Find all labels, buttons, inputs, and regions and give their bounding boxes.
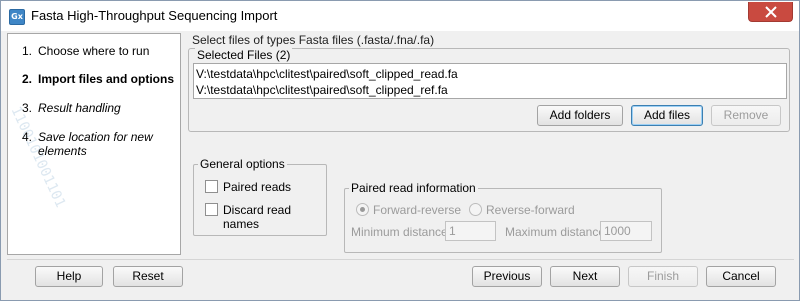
window-title: Fasta High-Throughput Sequencing Import	[31, 8, 278, 23]
finish-button[interactable]: Finish	[628, 266, 698, 287]
add-folders-button[interactable]: Add folders	[537, 105, 623, 126]
file-item[interactable]: V:\testdata\hpc\clitest\paired\soft_clip…	[196, 82, 784, 98]
next-button[interactable]: Next	[550, 266, 620, 287]
paired-read-info-legend: Paired read information	[349, 181, 478, 195]
discard-read-names-checkbox[interactable]	[205, 203, 218, 216]
selected-files-list[interactable]: V:\testdata\hpc\clitest\paired\soft_clip…	[193, 63, 787, 99]
previous-button[interactable]: Previous	[472, 266, 542, 287]
footer-separator	[7, 259, 794, 260]
reverse-forward-label[interactable]: Reverse-forward	[486, 203, 575, 217]
paired-reads-checkbox[interactable]	[205, 180, 218, 193]
maximum-distance-input[interactable]: 1000	[600, 221, 652, 241]
minimum-distance-input[interactable]: 1	[445, 221, 496, 241]
help-button[interactable]: Help	[35, 266, 103, 287]
maximum-distance-label: Maximum distance	[505, 225, 606, 239]
paired-reads-label[interactable]: Paired reads	[223, 180, 291, 194]
cancel-button[interactable]: Cancel	[706, 266, 776, 287]
step-save-location: 4. Save location for new elements	[22, 130, 153, 158]
remove-button[interactable]: Remove	[711, 105, 781, 126]
general-options-group: General options Paired reads Discard rea…	[193, 157, 327, 236]
general-options-legend: General options	[198, 157, 287, 171]
forward-reverse-radio[interactable]	[356, 203, 369, 216]
step-result-handling: 3. Result handling	[22, 101, 121, 115]
minimum-distance-label: Minimum distance	[351, 225, 448, 239]
file-selection-panel: Select files of types Fasta files (.fast…	[186, 33, 794, 133]
forward-reverse-label[interactable]: Forward-reverse	[373, 203, 461, 217]
title-bar[interactable]: Gx Fasta High-Throughput Sequencing Impo…	[1, 1, 799, 31]
file-types-instruction: Select files of types Fasta files (.fast…	[192, 33, 435, 47]
wizard-steps-panel: 1100101001101 1. Choose where to run 2. Im…	[7, 33, 181, 255]
reset-button[interactable]: Reset	[113, 266, 183, 287]
selected-files-legend: Selected Files (2)	[195, 48, 293, 62]
reverse-forward-radio[interactable]	[469, 203, 482, 216]
step-import-files-and-options: 2. Import files and options	[22, 72, 175, 86]
close-button[interactable]	[748, 2, 793, 22]
import-dialog: Gx Fasta High-Throughput Sequencing Impo…	[0, 0, 800, 301]
paired-read-info-group: Paired read information Forward-reverse …	[344, 181, 662, 253]
add-files-button[interactable]: Add files	[631, 105, 703, 126]
step-choose-where-to-run: 1. Choose where to run	[22, 44, 150, 58]
discard-read-names-label[interactable]: Discard read names	[223, 203, 326, 231]
file-item[interactable]: V:\testdata\hpc\clitest\paired\soft_clip…	[196, 66, 784, 82]
selected-files-group: Selected Files (2) V:\testdata\hpc\clite…	[188, 48, 790, 132]
close-icon	[765, 6, 777, 18]
app-icon: Gx	[9, 9, 25, 25]
